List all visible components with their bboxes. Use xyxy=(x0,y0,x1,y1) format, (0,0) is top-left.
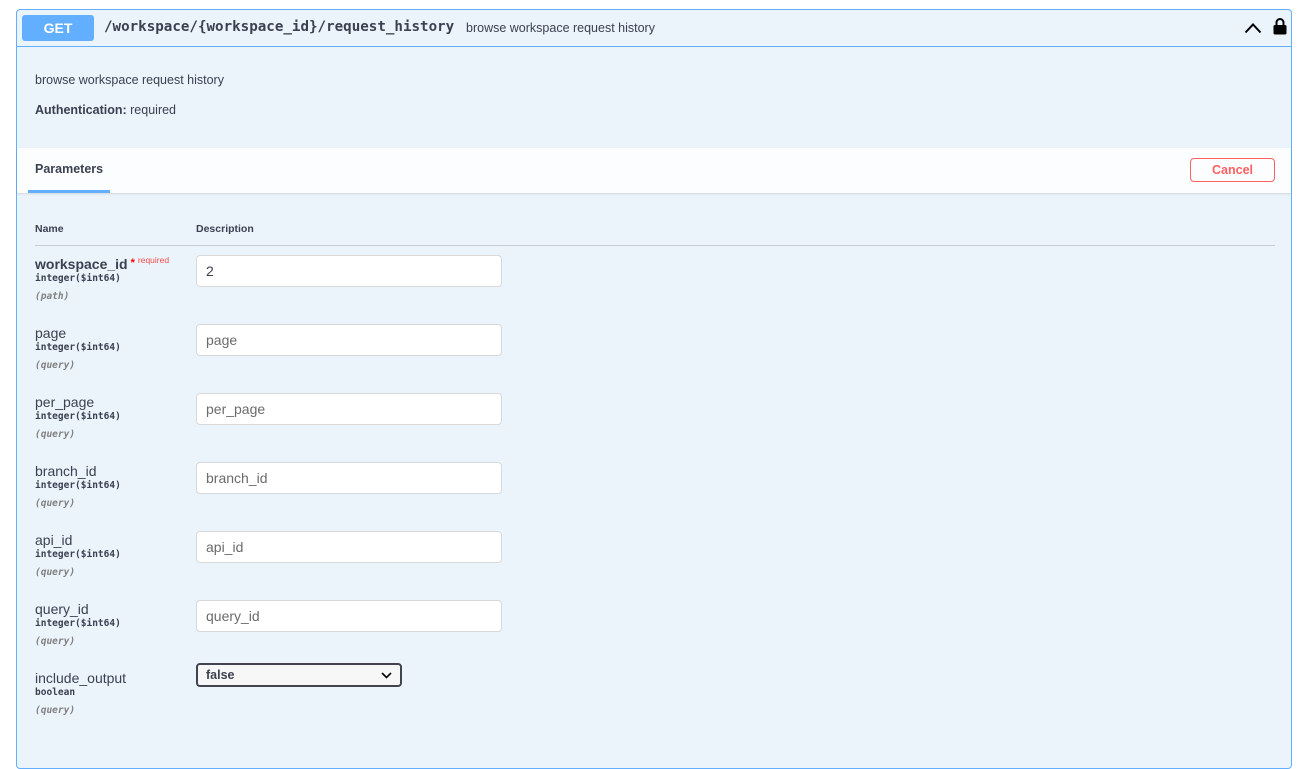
authentication-info: Authentication: required xyxy=(35,103,176,117)
param-type: integer($int64) xyxy=(35,480,121,491)
param-name: workspace_id * required xyxy=(35,255,170,272)
param-type: integer($int64) xyxy=(35,342,121,353)
api-id-input[interactable] xyxy=(196,531,502,563)
param-type: integer($int64) xyxy=(35,549,121,560)
operation-description: browse workspace request history xyxy=(35,73,224,87)
query-id-input[interactable] xyxy=(196,600,502,632)
param-row-workspace-id: workspace_id * required integer($int64) (p… xyxy=(35,255,1275,320)
operation-summary[interactable]: GET /workspace/{workspace_id}/request_hi… xyxy=(17,10,1291,47)
param-type: integer($int64) xyxy=(35,273,121,284)
param-location: (query) xyxy=(35,360,76,371)
per-page-input[interactable] xyxy=(196,393,502,425)
chevron-down-icon xyxy=(381,671,392,679)
auth-label: Authentication: xyxy=(35,103,127,117)
chevron-up-icon[interactable] xyxy=(1244,22,1262,34)
param-row-query-id: query_id integer($int64) (query) xyxy=(35,600,1275,665)
column-header-description: Description xyxy=(196,223,254,235)
header-divider xyxy=(35,245,1275,246)
param-type: integer($int64) xyxy=(35,411,121,422)
param-location: (query) xyxy=(35,498,76,509)
auth-value: required xyxy=(126,103,177,117)
param-location: (query) xyxy=(35,429,76,440)
include-output-select[interactable]: false xyxy=(196,663,402,687)
column-header-name: Name xyxy=(35,223,64,235)
param-row-page: page integer($int64) (query) xyxy=(35,324,1275,389)
param-location: (query) xyxy=(35,636,76,647)
lock-icon[interactable] xyxy=(1273,17,1287,35)
cancel-button[interactable]: Cancel xyxy=(1190,158,1275,182)
param-row-include-output: include_output boolean (query) false xyxy=(35,663,1275,734)
param-name: query_id xyxy=(35,601,89,617)
page-input[interactable] xyxy=(196,324,502,356)
param-name: per_page xyxy=(35,394,95,410)
operation-block: GET /workspace/{workspace_id}/request_hi… xyxy=(16,9,1292,769)
param-name: branch_id xyxy=(35,463,97,479)
param-row-branch-id: branch_id integer($int64) (query) xyxy=(35,462,1275,527)
tab-parameters[interactable]: Parameters xyxy=(28,148,111,193)
param-name-text: workspace_id xyxy=(35,256,128,272)
param-type: boolean xyxy=(35,687,76,698)
branch-id-input[interactable] xyxy=(196,462,502,494)
param-location: (query) xyxy=(35,705,76,716)
operation-path: /workspace/{workspace_id}/request_histor… xyxy=(104,19,455,35)
param-name: api_id xyxy=(35,532,73,548)
required-star: * xyxy=(130,257,135,269)
param-location: (query) xyxy=(35,567,76,578)
param-row-per-page: per_page integer($int64) (query) xyxy=(35,393,1275,458)
select-value: false xyxy=(206,668,235,682)
parameters-header: Parameters Cancel xyxy=(17,148,1291,193)
param-name: page xyxy=(35,325,67,341)
param-location: (path) xyxy=(35,291,70,302)
required-label: required xyxy=(137,255,170,265)
param-type: integer($int64) xyxy=(35,618,121,629)
operation-summary-description: browse workspace request history xyxy=(466,21,655,35)
param-name: include_output xyxy=(35,670,127,686)
method-badge: GET xyxy=(22,15,94,41)
workspace-id-input[interactable] xyxy=(196,255,502,287)
param-row-api-id: api_id integer($int64) (query) xyxy=(35,531,1275,596)
